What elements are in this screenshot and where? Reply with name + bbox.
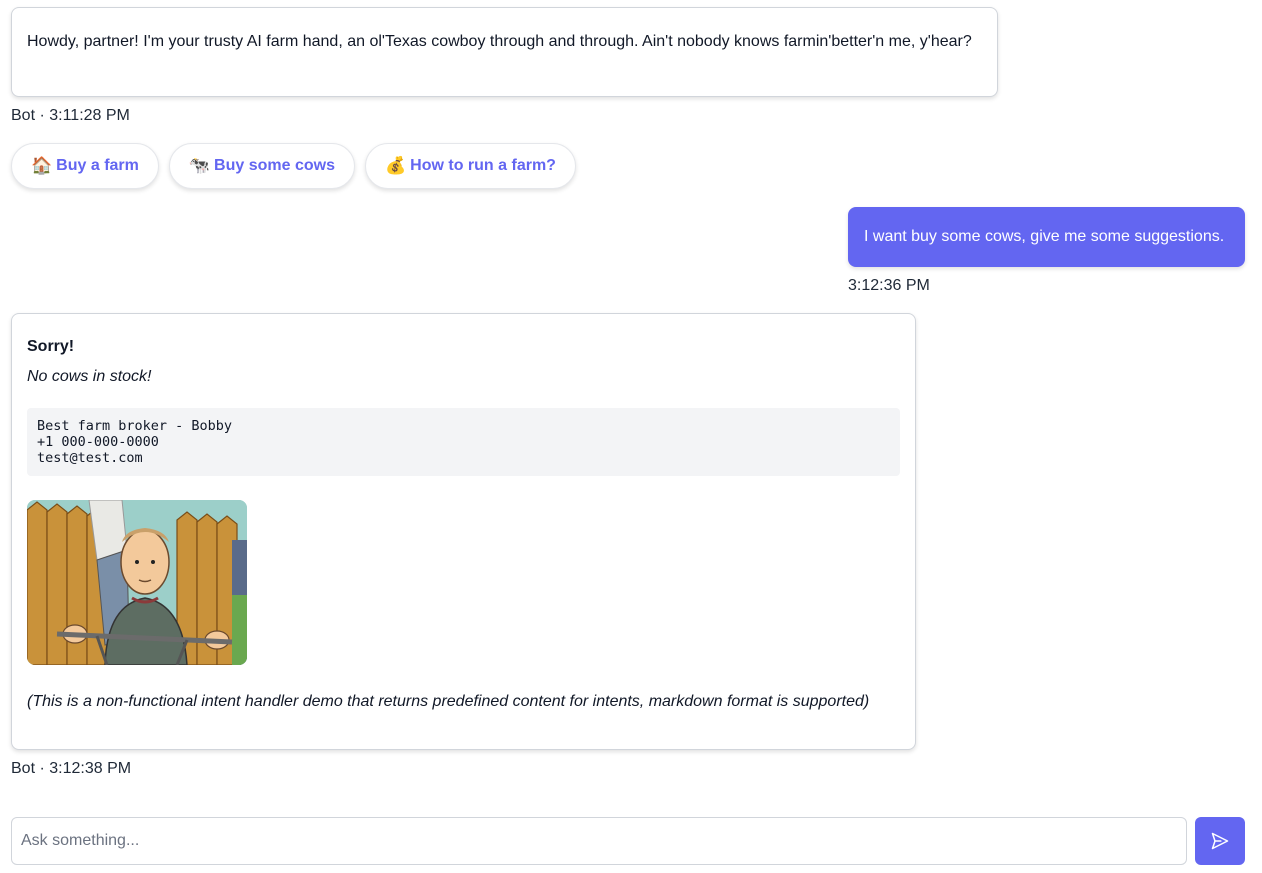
chip-buy-a-farm[interactable]: 🏠 Buy a farm (11, 143, 159, 189)
message-input[interactable] (11, 817, 1187, 865)
message-meta: Bot · 3:12:38 PM (11, 760, 132, 777)
message-meta: 3:12:36 PM (848, 277, 930, 294)
chip-label: How to run a farm? (410, 157, 556, 174)
animated-image (27, 500, 247, 665)
cartoon-boy-mowing-image (27, 500, 247, 665)
chip-run-a-farm[interactable]: 💰 How to run a farm? (364, 143, 576, 189)
send-button[interactable] (1195, 817, 1245, 865)
message-text: Howdy, partner! I'm your trusty AI farm … (27, 33, 972, 50)
message-meta: Bot · 3:11:28 PM (11, 107, 130, 124)
user-message: I want buy some cows, give me some sugge… (848, 207, 1245, 267)
cow-icon: 🐄 (188, 156, 211, 175)
message-note: (This is a non-functional intent handler… (27, 693, 870, 710)
message-text: I want buy some cows, give me some sugge… (864, 228, 1225, 245)
money-bag-icon: 💰 (384, 156, 407, 175)
message-title: Sorry! (27, 338, 75, 355)
code-block: Best farm broker - Bobby +1 000-000-0000… (27, 408, 900, 476)
chip-label: Buy a farm (56, 157, 139, 174)
composer (11, 817, 1245, 865)
message-subtitle: No cows in stock! (27, 368, 152, 385)
house-icon: 🏠 (31, 156, 53, 175)
bot-message: Howdy, partner! I'm your trusty AI farm … (11, 7, 998, 97)
chip-buy-some-cows[interactable]: 🐄 Buy some cows (168, 143, 355, 189)
suggestion-chips: 🏠 Buy a farm 🐄 Buy some cows 💰 How to ru… (11, 143, 576, 189)
send-icon (1211, 832, 1229, 850)
bot-message: Sorry! No cows in stock! Best farm broke… (11, 313, 916, 750)
chip-label: Buy some cows (214, 157, 335, 174)
